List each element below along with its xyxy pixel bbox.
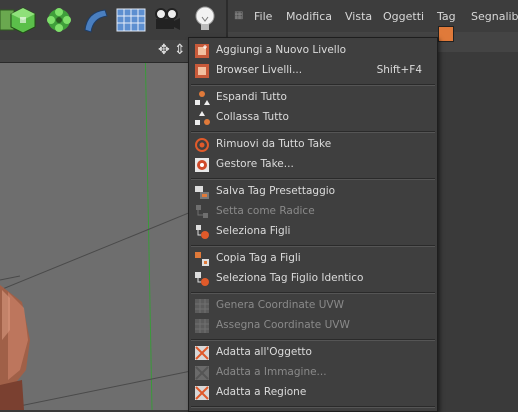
menu-modifica[interactable]: Modifica bbox=[286, 10, 332, 23]
main-toolbar bbox=[0, 0, 226, 41]
menu-item-take-manager[interactable]: Gestore Take... bbox=[189, 155, 437, 175]
menu-item-add-to-new-layer[interactable]: Aggiungi a Nuovo Livello bbox=[189, 41, 437, 61]
fit-image-icon bbox=[195, 366, 209, 380]
camera-icon[interactable] bbox=[150, 4, 184, 36]
menu-item-generate-uvw[interactable]: Genera Coordinate UVW bbox=[189, 296, 437, 316]
menu-item-select-identical-child-tag[interactable]: Seleziona Tag Figlio Identico bbox=[189, 269, 437, 289]
menu-item-fit-to-region[interactable]: Adatta a Regione bbox=[189, 383, 437, 403]
fit-region-icon bbox=[195, 386, 209, 400]
menu-item-assign-uvw[interactable]: Assegna Coordinate UVW bbox=[189, 316, 437, 336]
menu-item-label: Gestore Take... bbox=[216, 158, 294, 170]
menu-item-copy-tag-to-children[interactable]: Copia Tag a Figli bbox=[189, 249, 437, 269]
deformer-bend-icon[interactable] bbox=[78, 4, 112, 36]
menu-divider bbox=[191, 245, 435, 247]
menu-divider bbox=[191, 84, 435, 86]
subdivision-surface-icon[interactable] bbox=[42, 4, 76, 36]
zoom-view-icon[interactable]: ⇕ bbox=[174, 42, 186, 58]
menu-divider bbox=[191, 406, 435, 408]
menu-vista[interactable]: Vista bbox=[345, 10, 372, 23]
menu-divider bbox=[191, 292, 435, 294]
menu-item-label: Copia Tag a Figli bbox=[216, 252, 301, 264]
fit-object-icon bbox=[195, 346, 209, 360]
menu-item-expand-all[interactable]: Espandi Tutto bbox=[189, 88, 437, 108]
menu-item-label: Rimuovi da Tutto Take bbox=[216, 138, 332, 150]
tag-preset-icon bbox=[195, 186, 209, 199]
menu-item-label: Seleziona Figli bbox=[216, 225, 291, 237]
primitive-cube-icon[interactable] bbox=[6, 4, 40, 36]
menu-item-label: Seleziona Tag Figlio Identico bbox=[216, 272, 364, 284]
menu-segnalibri[interactable]: Segnalibri bbox=[471, 10, 518, 23]
menu-item-collapse-all[interactable]: Collassa Tutto bbox=[189, 108, 437, 128]
menu-item-label: Setta come Radice bbox=[216, 205, 315, 217]
layer-browser-icon bbox=[195, 64, 209, 78]
3d-viewport[interactable] bbox=[0, 40, 196, 410]
menu-item-label: Genera Coordinate UVW bbox=[216, 299, 344, 311]
grip-icon[interactable]: ▦ bbox=[234, 10, 243, 21]
menu-item-save-tag-preset[interactable]: Salva Tag Presettaggio bbox=[189, 182, 437, 202]
uvw-generate-icon bbox=[195, 299, 209, 313]
menu-item-label: Assegna Coordinate UVW bbox=[216, 319, 350, 331]
select-children-icon bbox=[196, 225, 209, 239]
menu-divider bbox=[191, 339, 435, 341]
menu-divider bbox=[191, 131, 435, 133]
menu-file[interactable]: File bbox=[254, 10, 272, 23]
menu-item-shortcut: Shift+F4 bbox=[376, 64, 422, 76]
floor-grid-icon[interactable] bbox=[114, 4, 148, 36]
collapse-all-icon bbox=[195, 111, 210, 125]
menu-item-remove-from-all-takes[interactable]: Rimuovi da Tutto Take bbox=[189, 135, 437, 155]
menu-item-label: Espandi Tutto bbox=[216, 91, 287, 103]
menu-item-label: Adatta all'Oggetto bbox=[216, 346, 312, 358]
context-menu: Aggiungi a Nuovo Livello Browser Livelli… bbox=[188, 37, 438, 412]
menu-item-select-children[interactable]: Seleziona Figli bbox=[189, 222, 437, 242]
menu-item-layer-browser[interactable]: Browser Livelli... Shift+F4 bbox=[189, 61, 437, 81]
select-tag-icon bbox=[195, 272, 209, 286]
menu-item-label: Aggiungi a Nuovo Livello bbox=[216, 44, 347, 56]
menu-item-label: Collassa Tutto bbox=[216, 111, 289, 123]
menu-item-label: Salva Tag Presettaggio bbox=[216, 185, 336, 197]
take-remove-icon bbox=[195, 138, 209, 152]
copy-tag-icon bbox=[195, 252, 209, 266]
tag-icon[interactable] bbox=[438, 26, 454, 42]
set-root-icon bbox=[196, 205, 208, 218]
menu-item-fit-to-object[interactable]: Adatta all'Oggetto bbox=[189, 343, 437, 363]
move-view-icon[interactable]: ✥ bbox=[158, 42, 170, 58]
uvw-assign-icon bbox=[195, 319, 209, 333]
menu-tag[interactable]: Tag bbox=[437, 10, 456, 23]
expand-all-icon bbox=[195, 91, 210, 105]
menu-item-label: Adatta a Immagine... bbox=[216, 366, 327, 378]
light-bulb-icon[interactable] bbox=[188, 4, 222, 36]
menu-oggetti[interactable]: Oggetti bbox=[383, 10, 424, 23]
menu-item-fit-to-image[interactable]: Adatta a Immagine... bbox=[189, 363, 437, 383]
take-manager-icon bbox=[195, 158, 209, 172]
menu-item-set-as-root[interactable]: Setta come Radice bbox=[189, 202, 437, 222]
menu-item-label: Browser Livelli... bbox=[216, 64, 303, 76]
viewport-header: ✥ ⇕ bbox=[0, 40, 196, 63]
menu-item-label: Adatta a Regione bbox=[216, 386, 307, 398]
layer-add-icon bbox=[195, 44, 209, 58]
menu-divider bbox=[191, 178, 435, 180]
object-manager-menubar: ▦ File Modifica Vista Oggetti Tag Segnal… bbox=[228, 0, 518, 32]
